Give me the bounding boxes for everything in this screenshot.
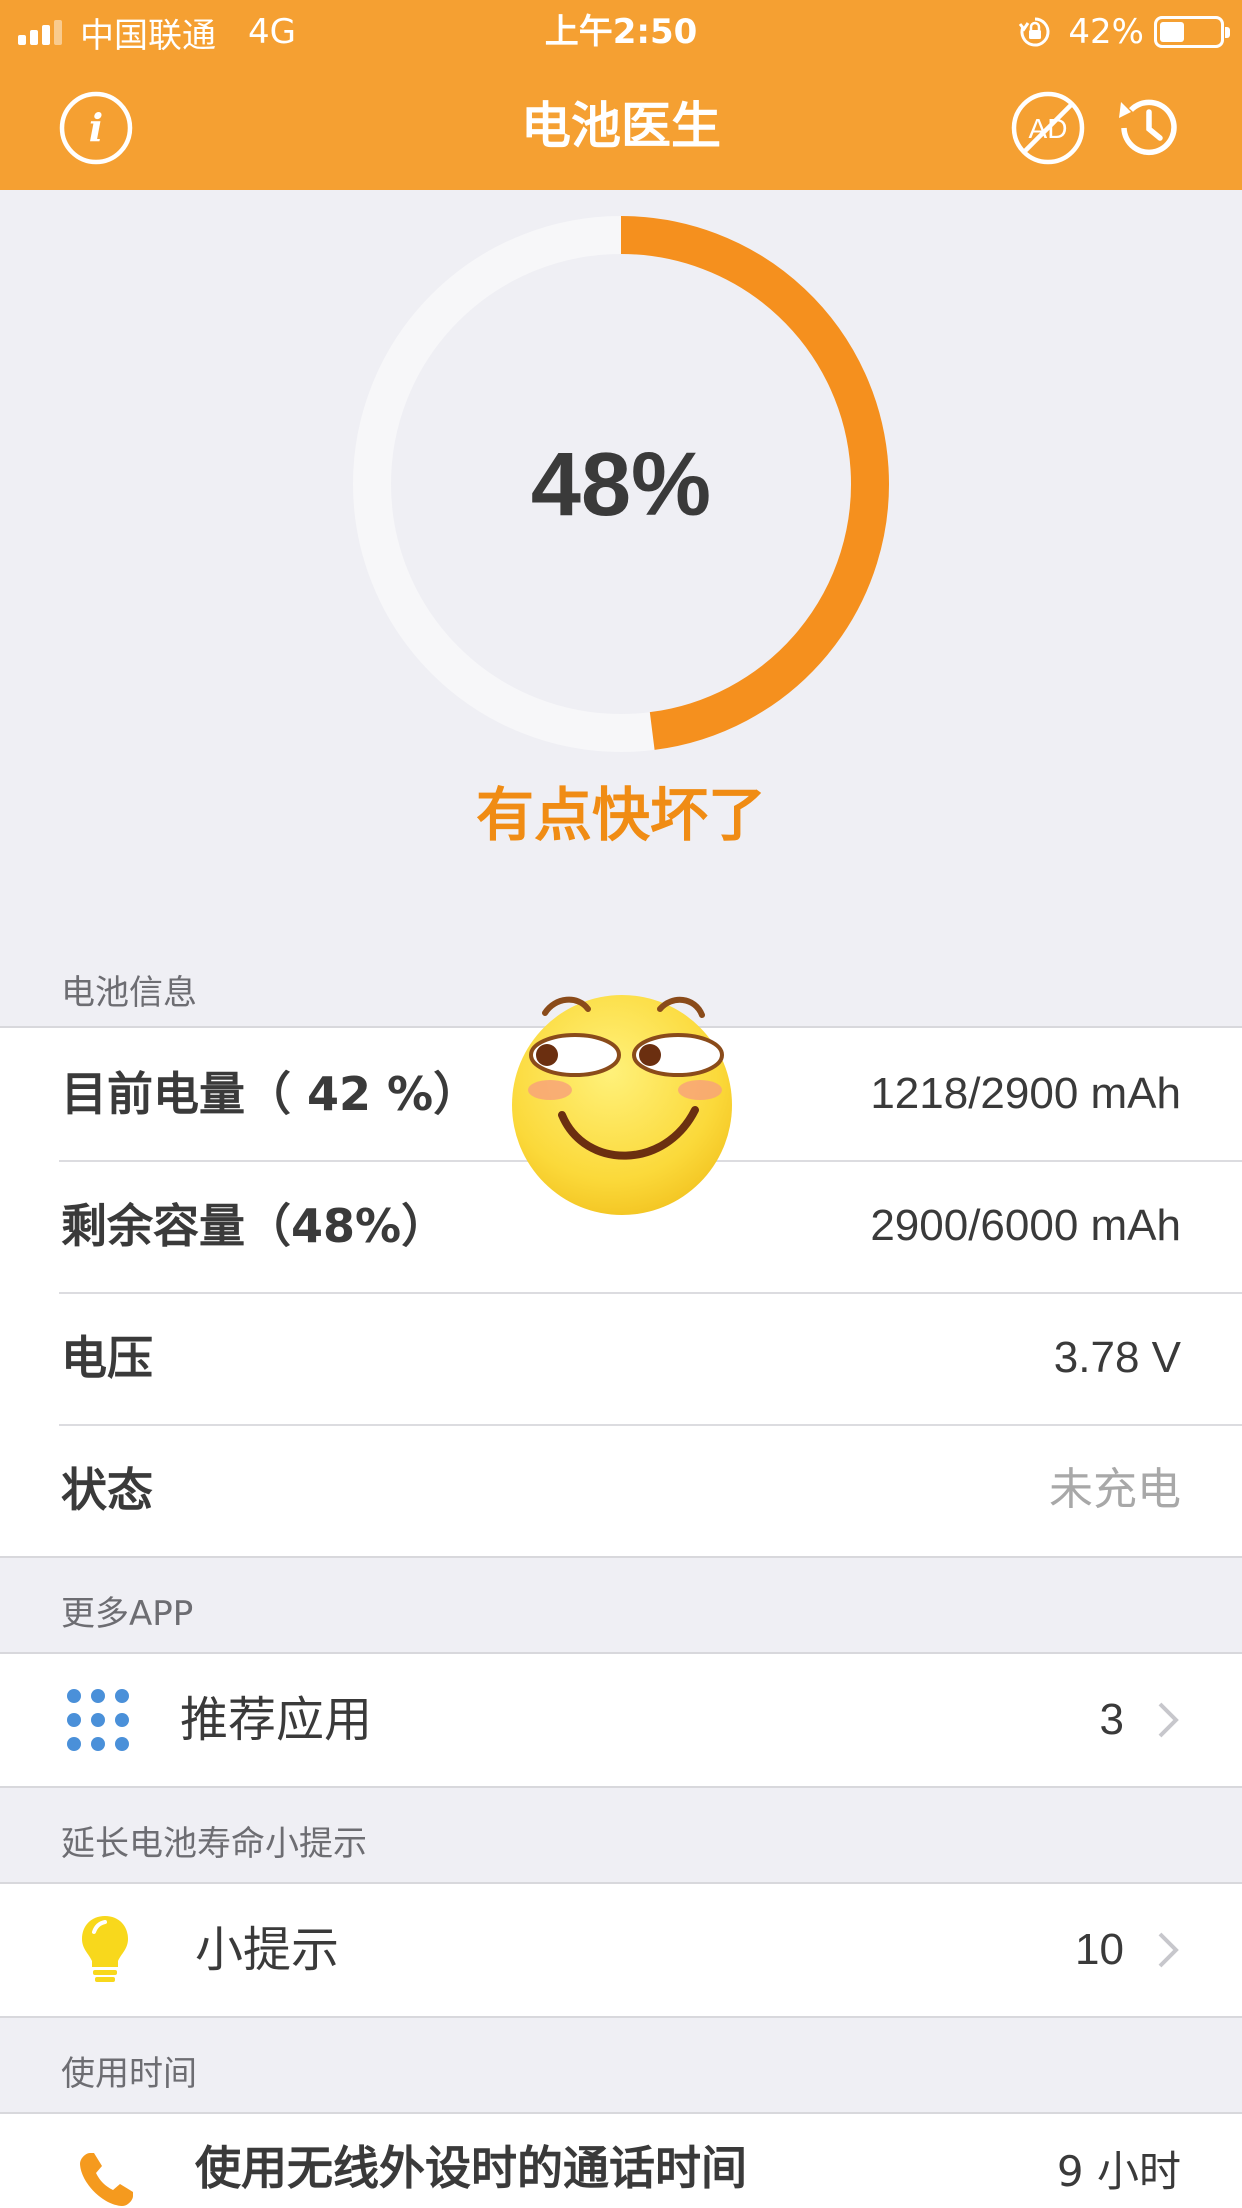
current-charge-value: 1218/2900 mAh: [870, 1069, 1181, 1118]
current-charge-label: 目前电量（ 42 %）: [61, 1067, 480, 1121]
history-button[interactable]: [1110, 90, 1186, 166]
health-status-text: 有点快坏了: [475, 781, 766, 849]
recommended-apps-label: 推荐应用: [180, 1692, 373, 1748]
battery-icon: [1154, 16, 1230, 48]
chevron-right-icon: [1158, 1932, 1179, 1968]
status-bar: 中国联通 4G 上午2:50 42%: [0, 0, 1242, 62]
no-ads-button[interactable]: AD: [1010, 90, 1086, 166]
app-header: 中国联通 4G 上午2:50 42% i 电池医生: [0, 0, 1242, 190]
call-time-label: 使用无线外设时的通话时间: [195, 2141, 747, 2195]
section-header-more-apps: 更多APP: [61, 1594, 194, 1634]
recommended-apps-row[interactable]: 推荐应用 3: [0, 1654, 1242, 1786]
battery-info-row: 电压 3.78 V: [0, 1292, 1242, 1424]
remaining-capacity-label: 剩余容量（48%）: [61, 1199, 448, 1253]
rotation-lock-icon: [1019, 17, 1050, 47]
history-icon: [1119, 99, 1177, 156]
tips-row[interactable]: 小提示 10: [0, 1884, 1242, 2016]
battery-percent: 42%: [1068, 12, 1144, 52]
remaining-capacity-value: 2900/6000 mAh: [870, 1201, 1181, 1250]
grid-dots-icon: [66, 1654, 130, 1786]
tips-count: 10: [1075, 1925, 1124, 1974]
navigation-bar: i 电池医生 AD: [0, 62, 1242, 190]
section-header-usage-time: 使用时间: [61, 2054, 197, 2094]
tips-label: 小提示: [195, 1922, 340, 1978]
battery-info-row: 状态 未充电: [0, 1424, 1242, 1556]
recommended-apps-count: 3: [1099, 1695, 1124, 1744]
tips-group: 小提示 10: [0, 1882, 1242, 2018]
lightbulb-icon: [80, 1884, 130, 2016]
status-bar-right: 42%: [1018, 10, 1230, 54]
call-time-value: 9 小时: [1056, 2147, 1181, 2196]
voltage-value: 3.78 V: [1053, 1333, 1181, 1382]
charging-state-value: 未充电: [1049, 1464, 1181, 1515]
chevron-right-icon: [1158, 1702, 1179, 1738]
call-time-row: 使用无线外设时的通话时间 9 小时: [0, 2114, 1242, 2208]
smirk-emoji-icon: [512, 995, 732, 1215]
usage-group: 使用无线外设时的通话时间 9 小时: [0, 2112, 1242, 2208]
voltage-label: 电压: [61, 1331, 153, 1385]
charging-state-label: 状态: [61, 1463, 153, 1517]
no-ads-icon: AD: [1011, 91, 1085, 165]
more-apps-group: 推荐应用 3: [0, 1652, 1242, 1788]
health-percent: 48%: [530, 435, 712, 535]
phone-icon: [76, 2114, 136, 2208]
section-header-tips: 延长电池寿命小提示: [61, 1824, 367, 1864]
